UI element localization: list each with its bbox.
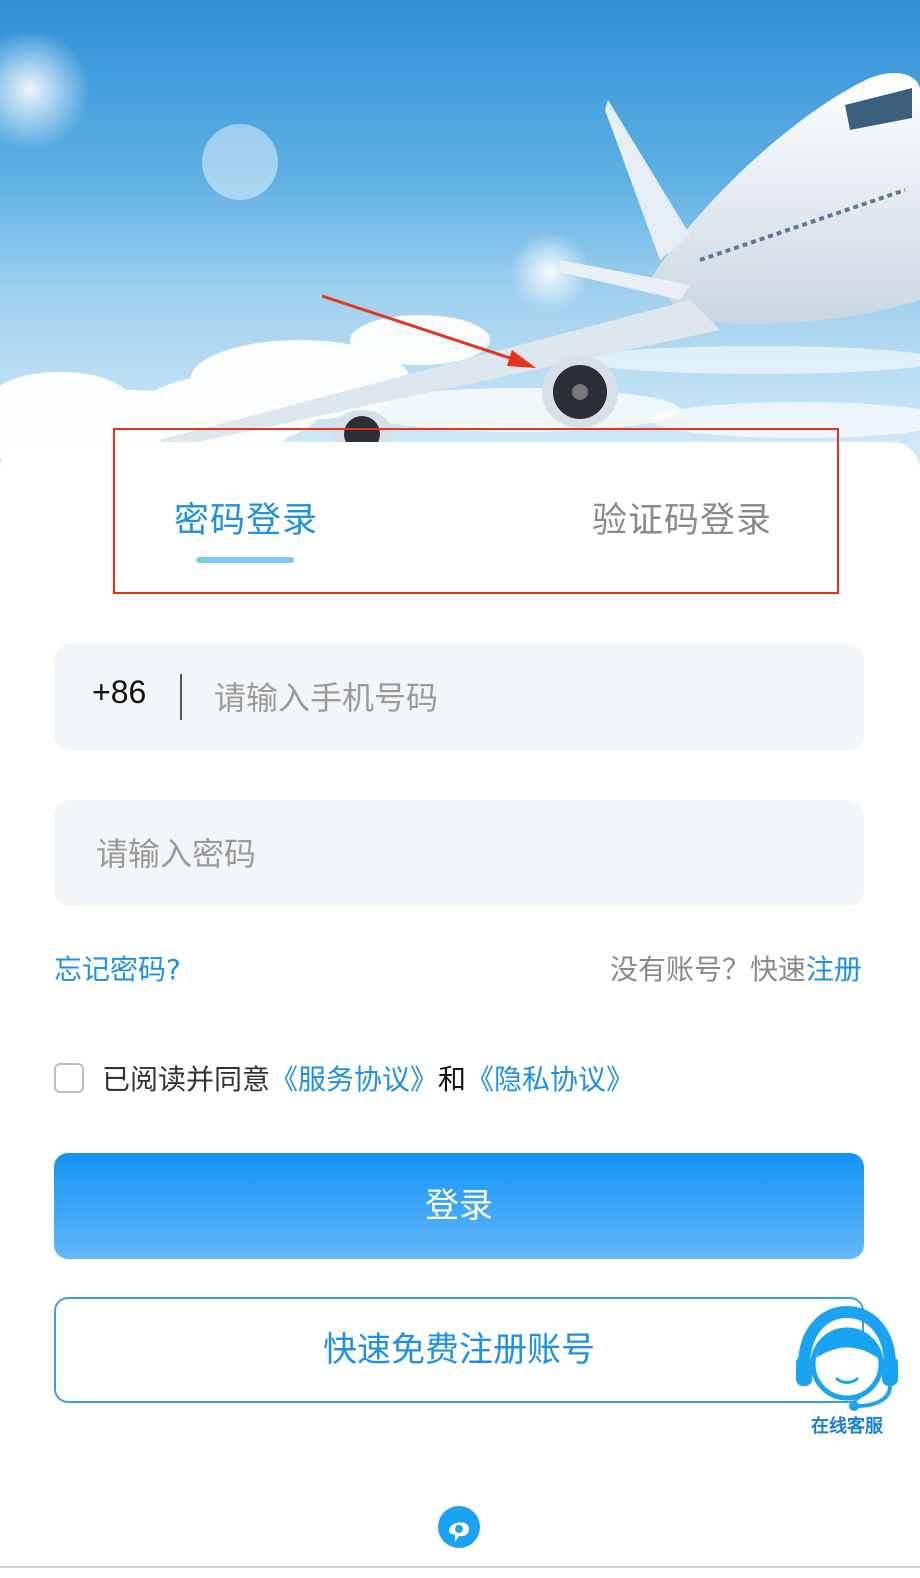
quick-register-button[interactable]: 快速免费注册账号 [54,1297,864,1403]
airplane-illustration [0,30,920,470]
password-input[interactable] [94,800,838,908]
tab-code-login[interactable]: 验证码登录 [592,492,772,543]
login-button[interactable]: 登录 [54,1153,864,1259]
agreement-checkbox[interactable] [54,1063,84,1093]
hero-banner [0,0,920,470]
online-support-label: 在线客服 [811,1416,883,1437]
phone-input[interactable] [212,644,836,752]
no-account-text: 没有账号？快速 [609,953,806,986]
service-agreement-link[interactable]: 《服务协议》 [270,1058,438,1098]
chat-bubble-icon[interactable] [437,1505,481,1551]
phone-field: +86 [54,644,864,752]
login-tabs: 密码登录 验证码登录 [0,442,920,602]
country-code[interactable]: +86 [92,674,146,711]
agreement-row: 已阅读并同意 《服务协议》 和 《隐私协议》 [54,1058,634,1098]
login-card [0,442,920,1578]
password-field [54,800,864,908]
tab-password-login[interactable]: 密码登录 [174,492,318,543]
signup-hint: 没有账号？快速注册 [610,948,862,988]
country-code-divider [180,674,182,720]
agreement-and: 和 [438,1063,467,1096]
privacy-agreement-link[interactable]: 《隐私协议》 [466,1058,634,1098]
bottom-divider [0,1566,920,1568]
forgot-password-link[interactable]: 忘记密码? [54,948,181,988]
agreement-prefix: 已阅读并同意 [102,1063,271,1096]
active-tab-indicator [196,557,294,563]
headset-agent-icon [796,1305,898,1411]
online-support-widget[interactable]: 在线客服 [792,1305,902,1442]
register-link[interactable]: 注册 [806,953,862,986]
